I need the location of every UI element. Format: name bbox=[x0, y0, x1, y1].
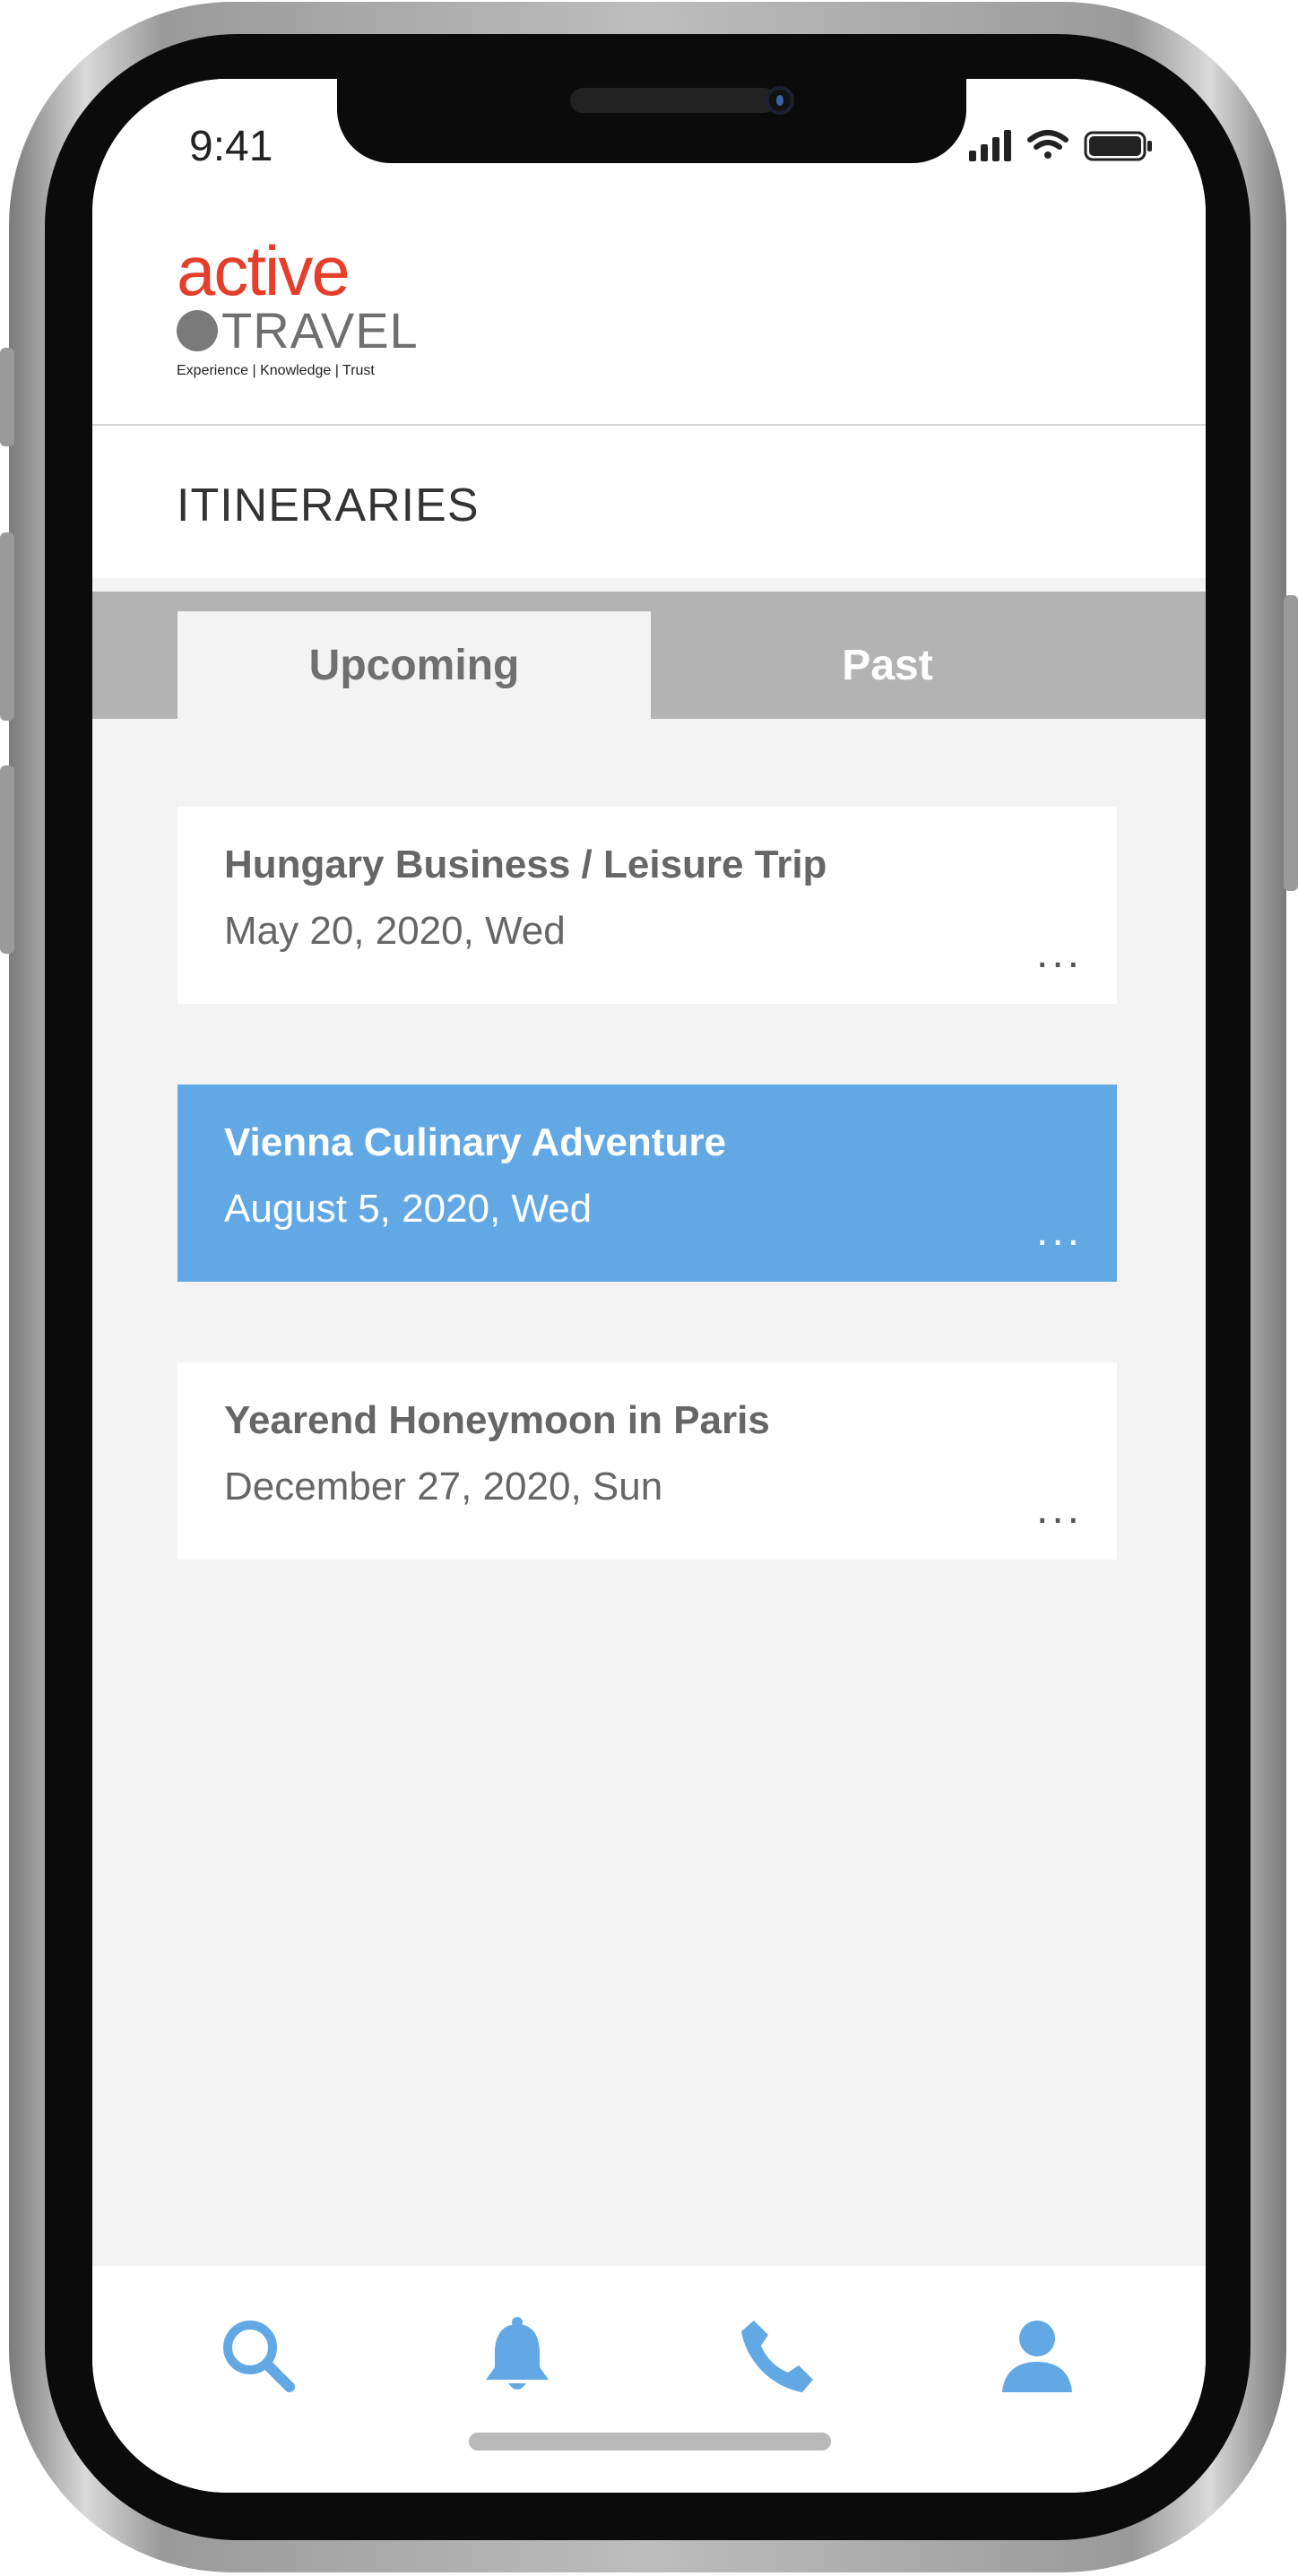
itinerary-card[interactable]: Hungary Business / Leisure Trip May 20, … bbox=[177, 807, 1117, 1004]
itinerary-title: Vienna Culinary Adventure bbox=[224, 1120, 726, 1164]
more-options-icon[interactable]: ... bbox=[1036, 1488, 1083, 1531]
search-icon bbox=[223, 2321, 295, 2392]
side-button-volume-up bbox=[0, 532, 14, 721]
bell-icon bbox=[486, 2317, 549, 2390]
tab-past[interactable]: Past bbox=[651, 611, 1124, 719]
side-button-volume-down bbox=[0, 765, 14, 954]
status-icons bbox=[969, 127, 1175, 163]
app-screen: 9:41 active TRAVEL Experience | Knowledg… bbox=[92, 79, 1206, 2493]
nav-profile[interactable] bbox=[992, 2311, 1082, 2400]
active-travel-logo: active TRAVEL Experience | Knowledge | T… bbox=[177, 236, 419, 379]
logo-travel-row: TRAVEL bbox=[177, 306, 419, 356]
status-time: 9:41 bbox=[189, 123, 273, 170]
itinerary-date: August 5, 2020, Wed bbox=[224, 1187, 593, 1231]
more-options-icon[interactable]: ... bbox=[1036, 1210, 1083, 1253]
globe-icon bbox=[177, 310, 218, 351]
phone-icon bbox=[741, 2321, 813, 2392]
home-indicator[interactable] bbox=[469, 2433, 831, 2451]
side-button-mute bbox=[0, 348, 14, 446]
itinerary-title: Yearend Honeymoon in Paris bbox=[224, 1398, 770, 1442]
itinerary-title: Hungary Business / Leisure Trip bbox=[224, 843, 827, 886]
nav-search[interactable] bbox=[213, 2311, 303, 2400]
notch bbox=[337, 79, 966, 163]
logo-travel-text: TRAVEL bbox=[221, 302, 419, 359]
wifi-icon bbox=[1027, 130, 1069, 159]
front-camera bbox=[766, 86, 794, 115]
logo-tagline: Experience | Knowledge | Trust bbox=[177, 363, 375, 378]
side-button-power bbox=[1284, 595, 1298, 891]
signal-icon bbox=[969, 130, 1011, 161]
nav-notifications[interactable] bbox=[472, 2311, 562, 2400]
itinerary-card[interactable]: Yearend Honeymoon in Paris December 27, … bbox=[177, 1362, 1117, 1560]
logo-active-text: active bbox=[177, 231, 350, 310]
speaker-grille bbox=[570, 88, 776, 113]
battery-icon bbox=[1084, 131, 1152, 161]
more-options-icon[interactable]: ... bbox=[1036, 932, 1083, 975]
itinerary-card-selected[interactable]: Vienna Culinary Adventure August 5, 2020… bbox=[177, 1085, 1117, 1282]
nav-call[interactable] bbox=[733, 2311, 823, 2400]
tab-upcoming[interactable]: Upcoming bbox=[177, 611, 651, 719]
page-title: ITINERARIES bbox=[177, 480, 480, 532]
itinerary-date: December 27, 2020, Sun bbox=[224, 1465, 663, 1508]
itinerary-date: May 20, 2020, Wed bbox=[224, 909, 566, 953]
user-icon bbox=[1002, 2321, 1072, 2392]
